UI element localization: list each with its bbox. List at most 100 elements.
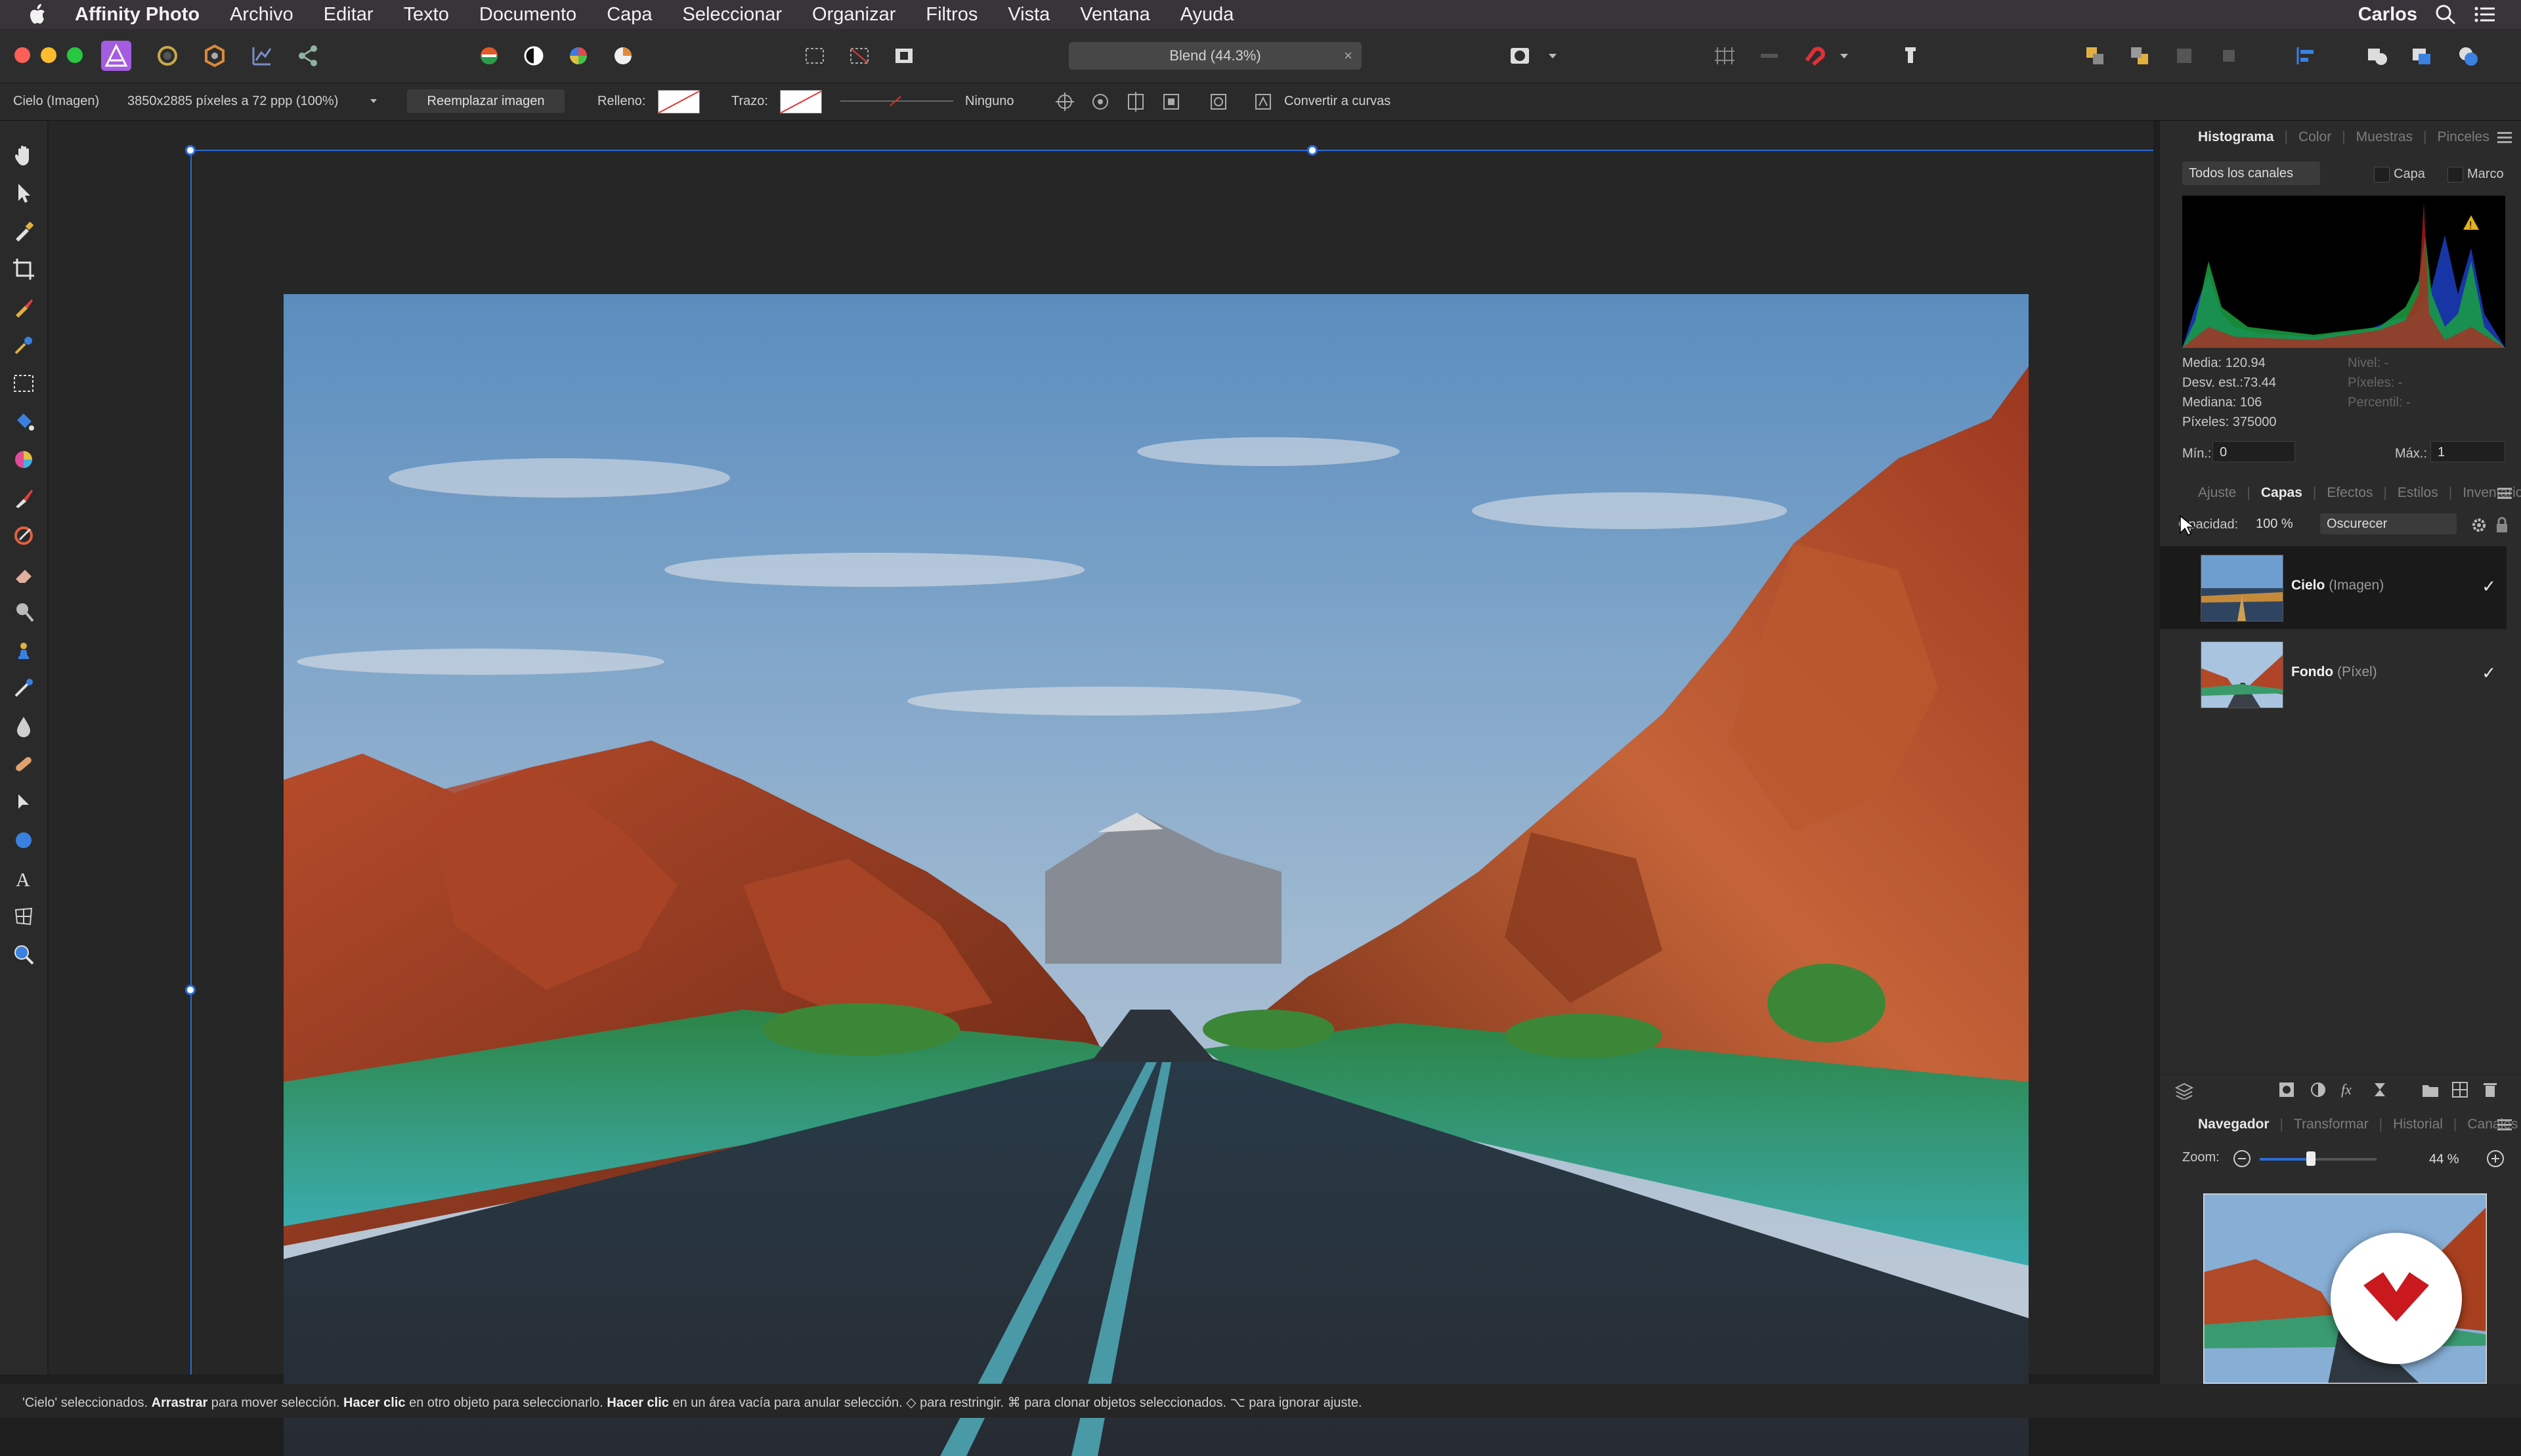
max-input[interactable]: 1 xyxy=(2430,441,2505,462)
stroke-style[interactable]: Ninguno xyxy=(965,94,1014,109)
chevron-down-icon[interactable] xyxy=(1538,41,1557,71)
transform-handle-top-center[interactable] xyxy=(1307,145,1318,156)
arrange-back-icon[interactable] xyxy=(2080,41,2110,71)
auto-levels-icon[interactable] xyxy=(474,41,504,71)
frame-checkbox[interactable] xyxy=(2447,167,2463,182)
min-input[interactable]: 0 xyxy=(2212,441,2295,462)
chevron-down-icon[interactable] xyxy=(1829,41,1849,71)
menu-capa[interactable]: Capa xyxy=(607,4,652,26)
layer-settings-gear-icon[interactable] xyxy=(2470,516,2488,534)
live-filter-icon[interactable] xyxy=(2371,1081,2388,1098)
layer-visibility-checkbox[interactable]: ✓ xyxy=(2482,663,2496,683)
dodge-tool-icon[interactable] xyxy=(11,599,37,625)
menu-editar[interactable]: Editar xyxy=(324,4,374,26)
app-name-menu[interactable]: Affinity Photo xyxy=(75,4,200,26)
add-pixel-layer-icon[interactable] xyxy=(2451,1081,2468,1098)
menu-archivo[interactable]: Archivo xyxy=(230,4,293,26)
show-rotation-icon[interactable] xyxy=(1088,90,1112,114)
auto-contrast-icon[interactable] xyxy=(519,41,549,71)
align-icon[interactable] xyxy=(2291,41,2321,71)
zoom-tool-icon[interactable] xyxy=(11,941,37,968)
quick-mask-icon[interactable] xyxy=(1505,41,1535,71)
tone-mapping-persona-icon[interactable] xyxy=(247,41,277,71)
add-mask-icon[interactable] xyxy=(2278,1081,2295,1098)
convert-to-curves-button[interactable]: Convertir a curvas xyxy=(1284,94,1390,109)
layer-row-cielo[interactable]: Cielo (Imagen) ✓ xyxy=(2160,546,2507,629)
histogram-graph[interactable]: ! xyxy=(2182,196,2505,348)
invert-selection-icon[interactable] xyxy=(889,41,919,71)
fill-swatch[interactable] xyxy=(658,90,700,114)
boolean-add-icon[interactable] xyxy=(2362,41,2392,71)
menu-seleccionar[interactable]: Seleccionar xyxy=(683,4,783,26)
layers-stack-icon[interactable] xyxy=(2174,1081,2194,1100)
zoom-value-field[interactable]: 44 % xyxy=(2423,1149,2475,1170)
delete-layer-icon[interactable] xyxy=(2482,1081,2499,1098)
layer-row-fondo[interactable]: Fondo (Píxel) ✓ xyxy=(2160,633,2507,716)
menu-ventana[interactable]: Ventana xyxy=(1080,4,1150,26)
window-close-button[interactable] xyxy=(14,47,30,63)
fx-icon[interactable]: fx xyxy=(2340,1080,2359,1100)
arrange-front-icon[interactable] xyxy=(2169,41,2199,71)
gradient-tool-icon[interactable] xyxy=(11,446,37,473)
arrange-forward-icon[interactable] xyxy=(2124,41,2155,71)
snapping-icon[interactable] xyxy=(1710,41,1740,71)
add-adjustment-icon[interactable] xyxy=(2310,1081,2327,1098)
lock-icon[interactable] xyxy=(2495,516,2509,534)
chevron-down-icon[interactable] xyxy=(369,96,378,106)
stroke-width-slider[interactable] xyxy=(838,91,956,111)
control-center-icon[interactable] xyxy=(2474,3,2496,26)
flip-icon[interactable] xyxy=(1207,90,1230,114)
clone-tool-icon[interactable] xyxy=(11,637,37,663)
tab-capas[interactable]: Capas xyxy=(2261,485,2302,501)
zoom-in-icon[interactable] xyxy=(2486,1149,2505,1168)
stroke-swatch[interactable] xyxy=(780,90,822,114)
zoom-out-icon[interactable] xyxy=(2232,1149,2252,1168)
menu-vista[interactable]: Vista xyxy=(1008,4,1050,26)
panel-menu-icon[interactable] xyxy=(2496,486,2513,500)
apple-icon[interactable] xyxy=(25,1,51,28)
tab-muestras[interactable]: Muestras xyxy=(2356,129,2413,145)
arrange-top-icon[interactable] xyxy=(2214,41,2244,71)
boolean-intersect-icon[interactable] xyxy=(2453,41,2483,71)
auto-colors-icon[interactable] xyxy=(563,41,593,71)
hand-tool-icon[interactable] xyxy=(11,142,37,168)
export-persona-icon[interactable] xyxy=(293,41,323,71)
zoom-slider-knob[interactable] xyxy=(2306,1151,2316,1166)
panel-menu-icon[interactable] xyxy=(2496,130,2513,144)
selection-brush-tool-icon[interactable] xyxy=(11,294,37,320)
opacity-field[interactable]: 100 % xyxy=(2249,513,2312,534)
window-zoom-button[interactable] xyxy=(67,47,83,63)
flood-select-tool-icon[interactable] xyxy=(11,332,37,358)
channel-select[interactable]: Todos los canales xyxy=(2182,161,2320,185)
show-transform-icon[interactable] xyxy=(1124,90,1148,114)
menu-organizar[interactable]: Organizar xyxy=(812,4,895,26)
tab-histograma[interactable]: Histograma xyxy=(2198,129,2274,145)
tab-estilos[interactable]: Estilos xyxy=(2398,485,2438,501)
layer-visibility-checkbox[interactable]: ✓ xyxy=(2482,576,2496,597)
auto-white-balance-icon[interactable] xyxy=(608,41,638,71)
menu-filtros[interactable]: Filtros xyxy=(926,4,978,26)
force-pixel-alignment-icon[interactable] xyxy=(1754,41,1784,71)
transform-origin-icon[interactable] xyxy=(1053,90,1077,114)
search-icon[interactable] xyxy=(2434,3,2457,26)
transform-handle-top-left[interactable] xyxy=(185,145,196,156)
tab-color[interactable]: Color xyxy=(2298,129,2331,145)
close-document-icon[interactable]: × xyxy=(1344,47,1352,64)
boolean-subtract-icon[interactable] xyxy=(2407,41,2437,71)
assistant-icon[interactable] xyxy=(1895,41,1925,71)
paint-brush-tool-icon[interactable] xyxy=(11,484,37,511)
canvas-area[interactable] xyxy=(49,121,2153,1456)
marquee-tool-icon[interactable] xyxy=(11,370,37,396)
convert-to-curves-icon[interactable] xyxy=(1251,90,1275,114)
move-tool-icon[interactable] xyxy=(11,180,37,206)
snap-bounds-icon[interactable] xyxy=(1159,90,1183,114)
layer-checkbox[interactable] xyxy=(2374,167,2390,182)
tab-pinceles[interactable]: Pinceles xyxy=(2437,129,2489,145)
eraser-tool-icon[interactable] xyxy=(11,561,37,587)
blend-mode-select[interactable]: Oscurecer xyxy=(2320,513,2457,534)
window-minimize-button[interactable] xyxy=(41,47,56,63)
tab-navegador[interactable]: Navegador xyxy=(2198,1117,2270,1132)
pixel-tool-icon[interactable] xyxy=(11,523,37,549)
mesh-warp-tool-icon[interactable] xyxy=(11,903,37,930)
tab-transformar[interactable]: Transformar xyxy=(2294,1117,2369,1132)
